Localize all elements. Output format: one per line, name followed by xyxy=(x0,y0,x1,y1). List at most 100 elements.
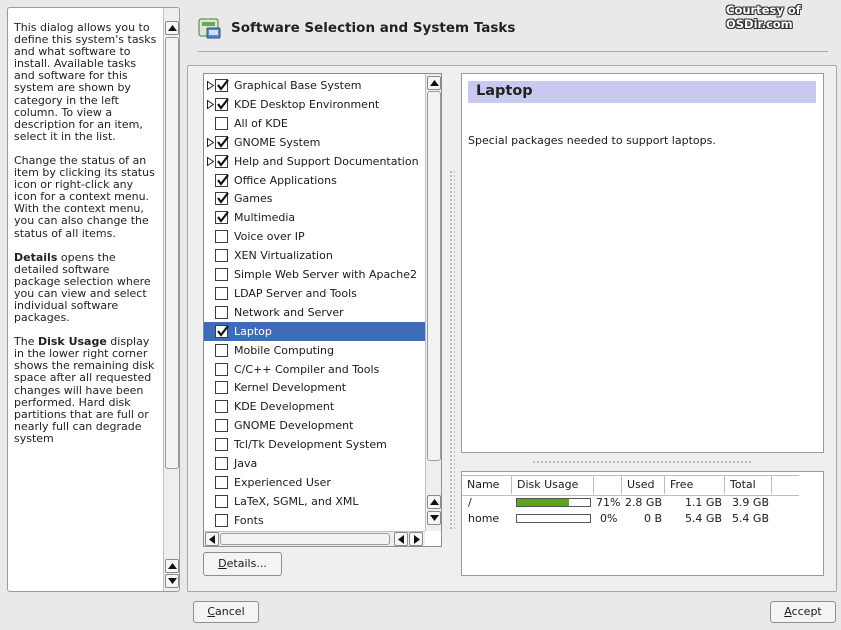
package-scroll-down-button[interactable] xyxy=(427,511,441,525)
package-row[interactable]: Java xyxy=(204,454,425,473)
expand-arrow-icon[interactable] xyxy=(207,156,214,166)
expand-arrow-icon[interactable] xyxy=(207,137,214,147)
disk-usage-header: Name Disk Usage Used Free Total xyxy=(462,475,799,496)
package-checkbox[interactable] xyxy=(215,419,228,433)
package-checkbox[interactable] xyxy=(215,135,229,149)
package-checkbox[interactable] xyxy=(215,457,228,470)
package-row[interactable]: KDE Development xyxy=(204,397,425,416)
package-checkbox[interactable] xyxy=(215,475,228,489)
package-scroll-left-button-2[interactable] xyxy=(394,532,408,546)
package-checkbox[interactable] xyxy=(215,154,229,168)
package-row[interactable]: Games xyxy=(204,189,425,208)
scroll-up-button-bottom[interactable] xyxy=(165,559,179,573)
package-label: Voice over IP xyxy=(234,230,305,244)
disk-used: 0 B xyxy=(643,512,662,525)
vertical-splitter[interactable] xyxy=(449,170,455,530)
package-checkbox[interactable] xyxy=(215,305,228,319)
help-scroll-thumb[interactable] xyxy=(165,37,179,469)
package-checkbox[interactable] xyxy=(215,97,229,111)
accept-button[interactable]: Accept xyxy=(770,601,836,623)
details-button[interactable]: Details... xyxy=(203,552,282,576)
package-row[interactable]: GNOME Development xyxy=(204,416,425,435)
arrow-up-icon xyxy=(430,80,439,86)
package-checkbox[interactable] xyxy=(215,211,229,225)
package-row[interactable]: Graphical Base System xyxy=(204,76,425,95)
expand-arrow-icon[interactable] xyxy=(207,81,214,90)
disk-row-home[interactable]: home 0% 0 B 5.4 GB 5.4 GB xyxy=(462,511,799,527)
checkmark-icon xyxy=(217,192,229,205)
package-checkbox[interactable] xyxy=(215,324,229,338)
package-list[interactable]: Graphical Base System KDE Desktop Environ… xyxy=(203,73,442,547)
package-row[interactable]: C/C++ Compiler and Tools xyxy=(204,360,425,379)
package-label: KDE Development xyxy=(234,400,335,414)
header-total[interactable]: Total xyxy=(725,476,772,494)
package-checkbox[interactable] xyxy=(215,381,228,395)
checkmark-icon xyxy=(217,211,229,224)
description-text: Special packages needed to support lapto… xyxy=(468,134,716,147)
package-label: Mobile Computing xyxy=(234,343,334,357)
header-name[interactable]: Name xyxy=(462,476,512,494)
package-row[interactable]: GNOME System xyxy=(204,133,425,152)
disk-row-root[interactable]: / 71% 2.8 GB 1.1 GB 3.9 GB xyxy=(462,495,799,511)
scroll-down-button[interactable] xyxy=(165,574,179,588)
package-checkbox[interactable] xyxy=(215,438,228,452)
header-used[interactable]: Used xyxy=(622,476,665,494)
package-row[interactable]: XEN Virtualization xyxy=(204,246,425,265)
package-row[interactable]: Simple Web Server with Apache2 xyxy=(204,265,425,284)
package-checkbox[interactable] xyxy=(215,343,228,357)
package-row[interactable]: Voice over IP xyxy=(204,227,425,246)
scroll-up-button[interactable] xyxy=(165,21,179,35)
package-row[interactable]: Help and Support Documentation xyxy=(204,152,425,171)
page-title: Software Selection and System Tasks xyxy=(231,20,516,36)
package-label: Network and Server xyxy=(234,305,344,319)
package-checkbox[interactable] xyxy=(215,268,228,281)
package-scroll-up-button[interactable] xyxy=(427,76,441,90)
package-checkbox[interactable] xyxy=(215,400,228,414)
package-scroll-right-button[interactable] xyxy=(409,532,423,546)
package-list-vscroll[interactable] xyxy=(425,74,441,531)
package-row[interactable]: Kernel Development xyxy=(204,378,425,397)
package-checkbox[interactable] xyxy=(215,230,228,244)
arrow-left-icon xyxy=(398,535,404,544)
horizontal-splitter[interactable] xyxy=(532,460,752,464)
package-row[interactable]: KDE Desktop Environment xyxy=(204,95,425,114)
header-disk-usage[interactable]: Disk Usage xyxy=(512,476,594,494)
package-checkbox[interactable] xyxy=(215,192,229,206)
package-row[interactable]: LaTeX, SGML, and XML xyxy=(204,492,425,511)
help-scrollbar[interactable] xyxy=(163,8,179,591)
header-percent[interactable] xyxy=(594,476,622,494)
package-row[interactable]: Fonts xyxy=(204,511,425,530)
package-row[interactable]: Multimedia xyxy=(204,208,425,227)
package-row[interactable]: All of KDE xyxy=(204,114,425,133)
package-scroll-up-button-bottom[interactable] xyxy=(427,495,441,509)
disk-name: home xyxy=(468,512,500,525)
header-free[interactable]: Free xyxy=(665,476,725,494)
package-label: Games xyxy=(234,192,273,206)
package-row[interactable]: Experienced User xyxy=(204,473,425,492)
checkmark-icon xyxy=(217,136,229,148)
package-row[interactable]: Network and Server xyxy=(204,303,425,322)
checkmark-icon xyxy=(217,98,229,110)
package-scroll-thumb[interactable] xyxy=(427,91,441,461)
package-row[interactable]: Tcl/Tk Development System xyxy=(204,435,425,454)
package-list-hscroll[interactable] xyxy=(204,531,425,546)
package-checkbox[interactable] xyxy=(215,79,229,92)
package-row[interactable]: Laptop xyxy=(204,321,425,341)
package-checkbox[interactable] xyxy=(215,513,228,527)
package-hscroll-thumb[interactable] xyxy=(220,533,390,545)
cancel-button[interactable]: Cancel xyxy=(193,601,259,623)
package-checkbox[interactable] xyxy=(215,116,228,130)
package-row[interactable]: Office Applications xyxy=(204,171,425,190)
package-checkbox[interactable] xyxy=(215,173,229,187)
package-row[interactable]: LDAP Server and Tools xyxy=(204,284,425,303)
help-paragraph-status: Change the status of an item by clicking… xyxy=(14,153,155,240)
package-checkbox[interactable] xyxy=(215,494,228,508)
expand-arrow-icon[interactable] xyxy=(207,99,214,109)
package-scroll-left-button[interactable] xyxy=(205,532,219,546)
package-checkbox[interactable] xyxy=(215,249,228,263)
disk-usage-bar xyxy=(516,514,591,523)
package-checkbox[interactable] xyxy=(215,286,228,300)
description-title: Laptop xyxy=(476,83,533,99)
package-row[interactable]: Mobile Computing xyxy=(204,341,425,360)
package-checkbox[interactable] xyxy=(215,362,228,376)
